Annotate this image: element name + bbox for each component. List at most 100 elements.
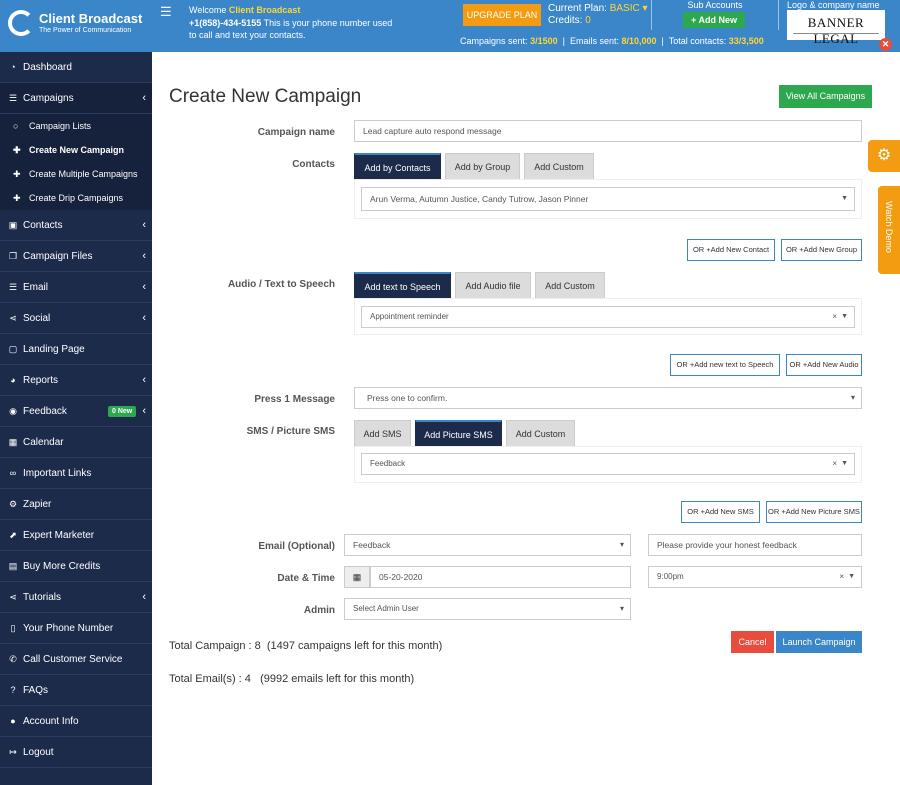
admin-select[interactable]: Select Admin User ▾ (344, 598, 631, 620)
cancel-button[interactable]: Cancel (731, 631, 774, 653)
company-logo[interactable]: BANNER LEGAL (787, 10, 885, 46)
sidebar-item-landing-page[interactable]: ▢ Landing Page (0, 334, 152, 365)
add-new-group-button[interactable]: OR +Add New Group (781, 239, 862, 261)
chevron-left-icon: ‹ (142, 312, 146, 324)
sidebar-item-call-customer-service[interactable]: ✆ Call Customer Service (0, 644, 152, 675)
close-icon[interactable]: ✕ (879, 38, 892, 51)
sidebar-sub-create-drip-campaigns[interactable]: ✚ Create Drip Campaigns (0, 186, 152, 210)
feedback-new-badge: 0 New (108, 406, 137, 417)
add-new-sms-button[interactable]: OR +Add New SMS (681, 501, 760, 523)
sidebar-item-email[interactable]: ☰ Email ‹ (0, 272, 152, 303)
sidebar-sub-create-multiple-campaigns[interactable]: ✚ Create Multiple Campaigns (0, 162, 152, 186)
contacts-select[interactable]: Arun Verma, Autumn Justice, Candy Tutrow… (361, 187, 855, 211)
tab-add-custom-audio[interactable]: Add Custom (535, 272, 605, 299)
app-logo[interactable]: Client Broadcast The Power of Communicat… (6, 9, 152, 39)
date-input[interactable]: 05-20-2020 (370, 566, 631, 588)
audio-tts-label: Audio / Text to Speech (227, 279, 335, 290)
chevron-left-icon: ‹ (142, 219, 146, 231)
chevron-left-icon: ‹ (142, 250, 146, 262)
sidebar-item-feedback[interactable]: ◉ Feedback 0 New ‹ (0, 396, 152, 427)
plus-icon: + (691, 15, 697, 25)
sidebar-sub-label: Create New Campaign (29, 145, 125, 155)
launch-campaign-button[interactable]: Launch Campaign (776, 631, 862, 653)
sidebar-item-contacts[interactable]: ▣ Contacts ‹ (0, 210, 152, 241)
tab-add-custom-sms[interactable]: Add Custom (506, 420, 575, 447)
sidebar-item-zapier[interactable]: ⚙ Zapier (0, 489, 152, 520)
tab-add-picture-sms[interactable]: Add Picture SMS (415, 420, 502, 447)
sidebar-sub-label: Create Drip Campaigns (29, 193, 124, 203)
user-icon: ● (10, 716, 16, 726)
sidebar-item-campaign-files[interactable]: ❐ Campaign Files ‹ (0, 241, 152, 272)
tab-add-sms[interactable]: Add SMS (354, 420, 411, 447)
total-campaign-text: Total Campaign : 8 (1497 campaigns left … (169, 640, 442, 652)
sidebar-item-reports[interactable]: ◕ Reports ‹ (0, 365, 152, 396)
time-select[interactable]: 9:00pm × ▼ (648, 566, 862, 588)
clear-icon[interactable]: × (832, 454, 837, 474)
sidebar-item-campaigns[interactable]: ☰ Campaigns ‹ (0, 83, 152, 114)
sidebar-item-your-phone-number[interactable]: ▯ Your Phone Number (0, 613, 152, 644)
upgrade-plan-button[interactable]: UPGRADE PLAN (463, 4, 541, 26)
sidebar-item-account-info[interactable]: ● Account Info (0, 706, 152, 737)
sidebar-item-dashboard[interactable]: ◔ Dashboard (0, 52, 152, 83)
sms-select[interactable]: Feedback × ▼ (361, 453, 855, 475)
page-title: Create New Campaign (169, 86, 362, 107)
menu-toggle-icon[interactable]: ☰ (160, 4, 172, 20)
settings-gear-icon[interactable]: ⚙ (868, 140, 900, 172)
sidebar-item-logout[interactable]: ↦ Logout (0, 737, 152, 768)
chevron-down-icon: ‹ (142, 92, 146, 104)
sms-label: SMS / Picture SMS (246, 426, 335, 437)
sidebar-item-label: Expert Marketer (23, 530, 95, 541)
campaigns-sent-value: 3/1500 (530, 36, 558, 46)
email-select[interactable]: Feedback ▾ (344, 534, 631, 556)
clear-icon[interactable]: × (839, 567, 844, 587)
tab-add-custom[interactable]: Add Custom (524, 153, 594, 180)
add-new-contact-button[interactable]: OR +Add New Contact (687, 239, 775, 261)
plan-chevron-icon[interactable]: ▾ (640, 3, 647, 14)
plan-info: Current Plan: BASIC ▾ Credits: 0 (548, 3, 648, 27)
sidebar-sub-campaign-lists[interactable]: ○ Campaign Lists (0, 114, 152, 138)
sidebar-item-label: Campaign Files (23, 251, 93, 262)
tab-add-audio-file[interactable]: Add Audio file (455, 272, 531, 299)
tab-add-text-to-speech[interactable]: Add text to Speech (354, 272, 451, 299)
sidebar-item-calendar[interactable]: ▦ Calendar (0, 427, 152, 458)
campaigns-left-text: (1497 campaigns left for this month) (266, 640, 443, 652)
money-icon: ▤ (8, 561, 18, 571)
circle-icon: ○ (13, 121, 19, 131)
chevron-down-icon: ▼ (841, 460, 848, 467)
sms-selected-value: Feedback (370, 459, 406, 468)
sidebar-sub-create-new-campaign[interactable]: ✚ Create New Campaign (0, 138, 152, 162)
tab-add-by-group[interactable]: Add by Group (445, 153, 520, 180)
tab-add-by-contacts[interactable]: Add by Contacts (354, 153, 441, 180)
sidebar-item-expert-marketer[interactable]: ⬈ Expert Marketer (0, 520, 152, 551)
sidebar-item-label: Dashboard (23, 62, 72, 73)
total-contacts-value: 33/3,500 (728, 36, 764, 46)
press1-select[interactable]: Press one to confirm. ▾ (354, 387, 862, 409)
add-new-audio-button[interactable]: OR +Add New Audio (786, 354, 862, 376)
total-email-text: Total Email(s) : 4 (9992 emails left for… (169, 673, 414, 685)
top-bar: Client Broadcast The Power of Communicat… (0, 0, 900, 52)
sidebar-item-label: Contacts (23, 220, 63, 231)
clear-icon[interactable]: × (832, 307, 837, 327)
plan-value[interactable]: BASIC (610, 3, 640, 14)
add-new-picture-sms-button[interactable]: OR +Add New Picture SMS (766, 501, 862, 523)
audio-select[interactable]: Appointment reminder × ▼ (361, 306, 855, 328)
campaigns-sent-label: Campaigns sent: (460, 36, 528, 46)
email-note-input[interactable]: Please provide your honest feedback (648, 534, 862, 556)
calendar-icon[interactable]: ▦ (344, 566, 370, 588)
campaign-name-input[interactable]: Lead capture auto respond message (354, 120, 862, 142)
divider (778, 0, 779, 30)
add-sub-account-button[interactable]: + Add New (683, 12, 745, 28)
audio-selected-value: Appointment reminder (370, 312, 449, 321)
sidebar-item-buy-more-credits[interactable]: ▤ Buy More Credits (0, 551, 152, 582)
sidebar-item-faqs[interactable]: ? FAQs (0, 675, 152, 706)
watch-demo-tab[interactable]: Watch Demo (878, 186, 900, 274)
logout-icon: ↦ (9, 747, 17, 757)
email-icon: ☰ (8, 282, 18, 292)
welcome-block: Welcome Client Broadcast +1(858)-434-515… (189, 4, 399, 42)
sidebar-item-tutorials[interactable]: ⋖ Tutorials ‹ (0, 582, 152, 613)
add-new-tts-button[interactable]: OR +Add new text to Speech (670, 354, 780, 376)
sidebar-item-important-links[interactable]: ∞ Important Links (0, 458, 152, 489)
plus-icon: ✚ (13, 193, 21, 203)
sidebar-item-social[interactable]: ⋖ Social ‹ (0, 303, 152, 334)
view-all-campaigns-button[interactable]: View All Campaigns (779, 85, 872, 108)
